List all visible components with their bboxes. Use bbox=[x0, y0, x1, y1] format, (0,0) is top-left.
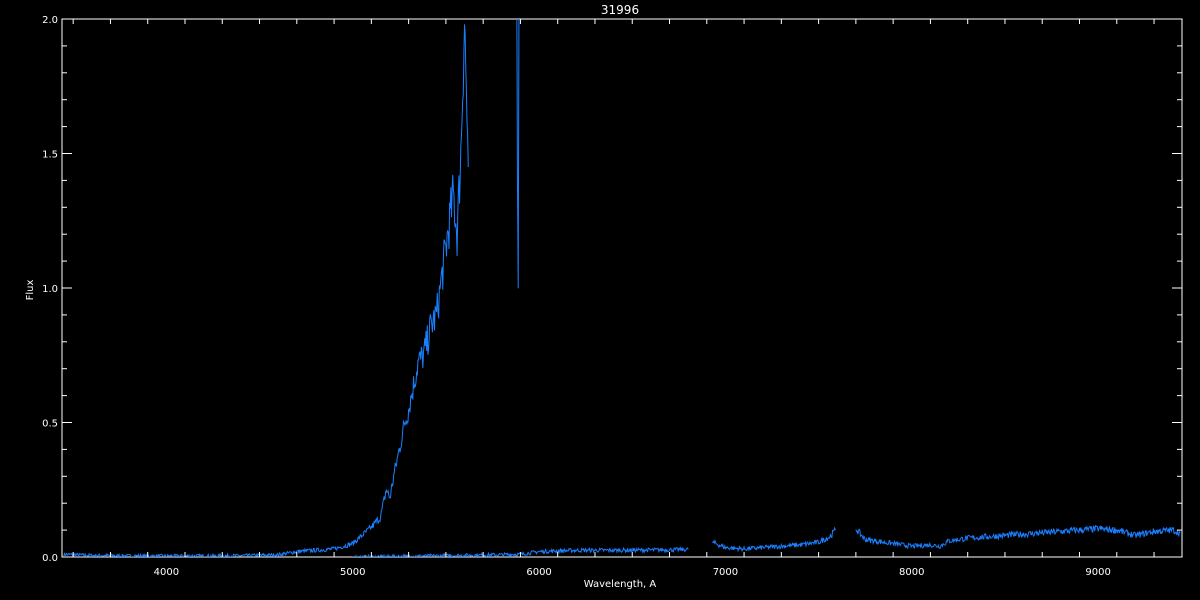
spectrum-chart: 31996 4000 5000 6000 7000 8000 9000 0.0 0.5 1.0… bbox=[25, 3, 1183, 590]
x-tick-label: 7000 bbox=[713, 567, 738, 578]
x-tick-label: 8000 bbox=[899, 567, 924, 578]
y-axis-label: Flux bbox=[25, 280, 36, 301]
x-tick-label: 9000 bbox=[1085, 567, 1110, 578]
y-tick-label: 2.0 bbox=[42, 15, 58, 26]
spectrum-series bbox=[63, 19, 1181, 557]
plot-area bbox=[61, 18, 1183, 558]
y-axis: 0.0 0.5 1.0 1.5 2.0 bbox=[42, 15, 1182, 564]
y-tick-label: 0.0 bbox=[42, 553, 58, 564]
chart-title: 31996 bbox=[601, 3, 639, 17]
plot-frame bbox=[61, 18, 1183, 558]
x-tick-label: 4000 bbox=[154, 567, 179, 578]
spectrum-segment-4 bbox=[855, 524, 1181, 549]
x-axis-label: Wavelength, A bbox=[584, 579, 657, 590]
spectrum-segment-0 bbox=[63, 24, 469, 557]
x-tick-label: 5000 bbox=[340, 567, 365, 578]
x-axis: 4000 5000 6000 7000 8000 9000 bbox=[72, 19, 1155, 578]
y-tick-label: 0.5 bbox=[42, 419, 58, 430]
x-tick-label: 6000 bbox=[526, 567, 551, 578]
y-tick-label: 1.5 bbox=[42, 150, 58, 161]
spectrum-segment-1 bbox=[516, 19, 520, 289]
y-tick-label: 1.0 bbox=[42, 284, 58, 295]
spectrum-segment-3 bbox=[712, 526, 836, 553]
